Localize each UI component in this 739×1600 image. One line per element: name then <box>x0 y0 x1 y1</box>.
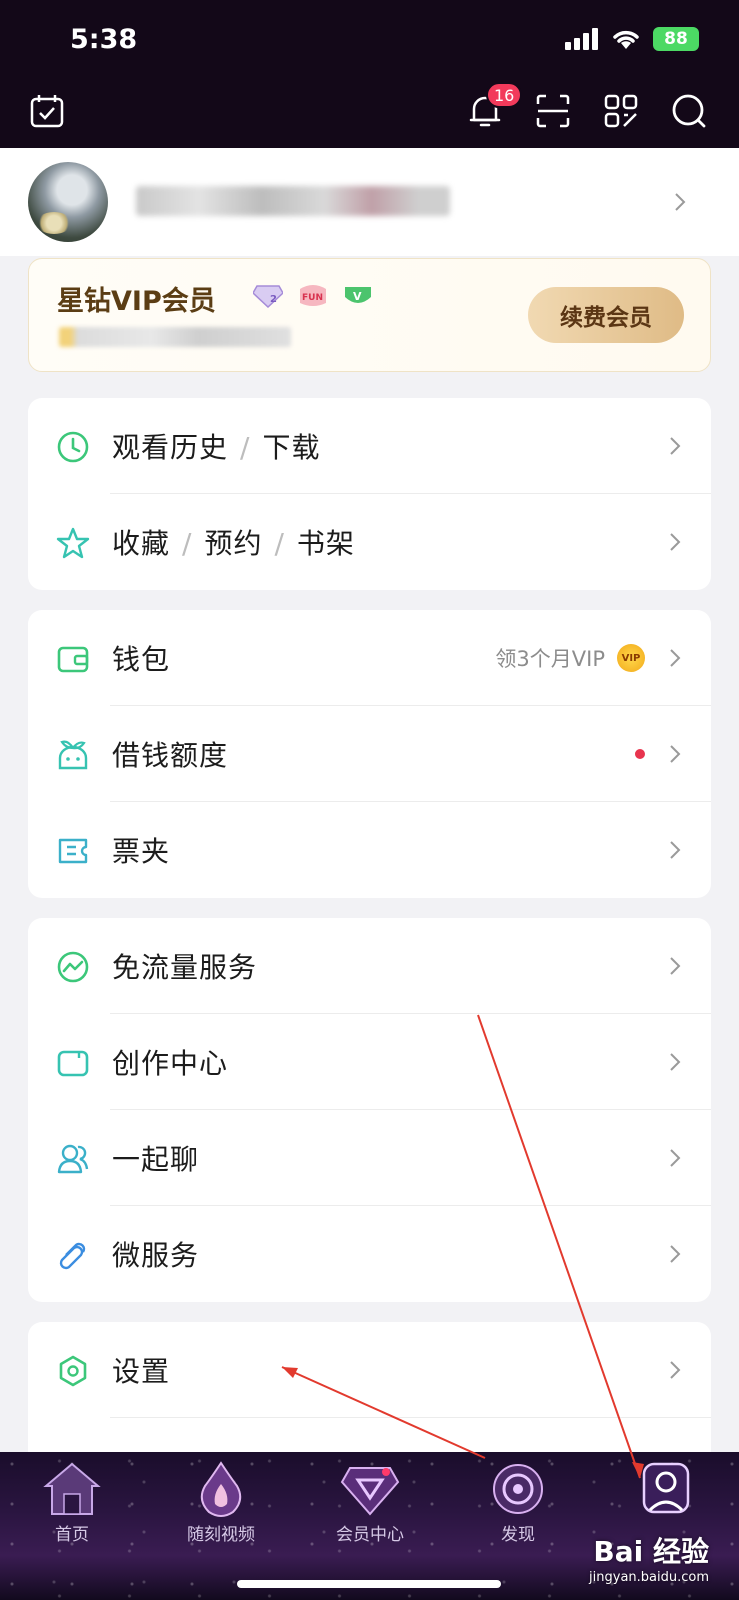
baidu-watermark-url: jingyan.baidu.com <box>589 1570 709 1585</box>
traffic-icon <box>57 951 89 983</box>
signal-icon <box>565 28 598 50</box>
loan-indicator <box>635 749 645 759</box>
wallet-promo[interactable]: 领3个月VIP VIP <box>495 643 645 673</box>
flame-icon <box>200 1461 242 1517</box>
chevron-right-icon <box>670 745 681 763</box>
menu-item-wallet[interactable]: 钱包 领3个月VIP VIP <box>28 610 711 706</box>
vip-title: 星钻VIP会员 <box>57 286 216 317</box>
battery-indicator: 88 <box>653 27 699 51</box>
tab-label: 会员中心 <box>336 1525 404 1545</box>
menu-item-history-download[interactable]: 观看历史 / 下载 <box>28 398 711 494</box>
menu-item-label: 一起聊 <box>112 1143 200 1176</box>
search-icon[interactable] <box>670 92 708 130</box>
menu-item-favorites[interactable]: 收藏 / 预约 / 书架 <box>28 494 711 590</box>
vip-membership-card[interactable]: 星钻VIP会员 2 FUN V 续费会员 <box>28 258 711 372</box>
clock-icon <box>57 431 89 463</box>
menu-item-label: 创作中心 <box>112 1047 229 1080</box>
vip-badges: 2 FUN V <box>253 281 373 309</box>
renew-membership-button[interactable]: 续费会员 <box>528 287 684 343</box>
menu-part-collect[interactable]: 收藏 <box>112 527 170 560</box>
red-dot-badge <box>635 749 645 759</box>
settings-icon <box>59 1355 87 1387</box>
menu-item-label: 票夹 <box>112 835 171 868</box>
menu-group-history: 观看历史 / 下载 收藏 / 预约 / 书架 <box>28 398 711 590</box>
divider <box>110 1417 711 1418</box>
scan-icon[interactable] <box>534 92 572 130</box>
diamond-icon <box>340 1467 400 1516</box>
vip-expiry-blurred <box>59 327 291 347</box>
svg-text:V: V <box>353 290 362 303</box>
username-blurred <box>136 186 450 216</box>
chevron-right-icon <box>670 841 681 859</box>
menu-part-bookshelf[interactable]: 书架 <box>297 527 355 560</box>
status-time: 5:38 <box>70 24 138 55</box>
star-icon <box>56 527 90 559</box>
menu-item-micro-service[interactable]: 微服务 <box>28 1206 711 1302</box>
loan-icon <box>58 740 88 770</box>
vip-coin-icon: VIP <box>617 644 645 672</box>
v-badge-icon: V <box>345 287 371 303</box>
baidu-watermark: Bai 经验 <box>593 1535 709 1568</box>
wallet-promo-text: 领3个月VIP <box>495 647 605 671</box>
menu-item-loan[interactable]: 借钱额度 <box>28 706 711 802</box>
profile-icon <box>642 1462 690 1514</box>
menu-item-creator-center[interactable]: 创作中心 <box>28 1014 711 1110</box>
fun-badge-icon: FUN <box>300 285 326 306</box>
chevron-right-icon <box>670 533 681 551</box>
chevron-right-icon <box>670 1245 681 1263</box>
menu-item-chat-together[interactable]: 一起聊 <box>28 1110 711 1206</box>
menu-item-label: 设置 <box>112 1355 171 1388</box>
camera-icon <box>57 1050 89 1077</box>
menu-part-reserve[interactable]: 预约 <box>204 527 262 560</box>
svg-text:2: 2 <box>270 294 277 305</box>
menu-item-label: 免流量服务 <box>112 951 258 984</box>
status-icons: 88 <box>565 27 699 51</box>
tab-discover[interactable]: 发现 <box>458 1456 578 1566</box>
menu-item-ticket[interactable]: 票夹 <box>28 802 711 898</box>
wifi-icon <box>613 30 639 49</box>
menu-item-label: 收藏 / 预约 / 书架 <box>112 527 355 560</box>
tab-label: 首页 <box>55 1525 89 1545</box>
chevron-right-icon <box>670 1053 681 1071</box>
svg-text:FUN: FUN <box>302 293 323 303</box>
tab-label: 发现 <box>501 1525 535 1545</box>
home-indicator <box>237 1580 501 1588</box>
chevron-right-icon <box>675 193 686 211</box>
chat-icon <box>57 1144 89 1174</box>
tab-vip-center[interactable]: 会员中心 <box>310 1456 430 1566</box>
menu-item-label: 观看历史 / 下载 <box>112 431 321 464</box>
top-header: 5:38 88 16 <box>0 0 739 148</box>
tab-home[interactable]: 首页 <box>12 1456 132 1566</box>
menu-item-label: 钱包 <box>112 643 171 676</box>
menu-part-download[interactable]: 下载 <box>262 431 320 464</box>
diamond-level-icon: 2 <box>253 285 283 308</box>
menu-group-finance: 钱包 领3个月VIP VIP 借钱额度 票夹 <box>28 610 711 898</box>
home-icon <box>43 1462 101 1515</box>
menu-part-history[interactable]: 观看历史 <box>112 431 228 464</box>
calendar-check-icon[interactable] <box>28 92 66 130</box>
menu-item-free-traffic[interactable]: 免流量服务 <box>28 918 711 1014</box>
chevron-right-icon <box>670 649 681 667</box>
link-icon <box>59 1242 86 1270</box>
menu-group-services: 免流量服务 创作中心 一起聊 微服务 <box>28 918 711 1302</box>
tab-label: 随刻视频 <box>187 1525 255 1545</box>
tab-suike-video[interactable]: 随刻视频 <box>161 1456 281 1566</box>
chevron-right-icon <box>670 1149 681 1167</box>
discover-icon <box>493 1464 543 1514</box>
ticket-icon <box>58 838 88 864</box>
chevron-right-icon <box>670 1361 681 1379</box>
menu-item-label: 微服务 <box>112 1239 200 1272</box>
profile-header[interactable] <box>0 148 739 256</box>
chevron-right-icon <box>670 437 681 455</box>
wallet-icon <box>57 646 89 673</box>
notification-badge: 16 <box>486 82 523 108</box>
chevron-right-icon <box>670 957 681 975</box>
menu-item-settings[interactable]: 设置 <box>28 1322 711 1418</box>
avatar[interactable] <box>28 162 108 242</box>
qr-code-icon[interactable] <box>602 92 640 130</box>
menu-item-label: 借钱额度 <box>112 739 229 772</box>
